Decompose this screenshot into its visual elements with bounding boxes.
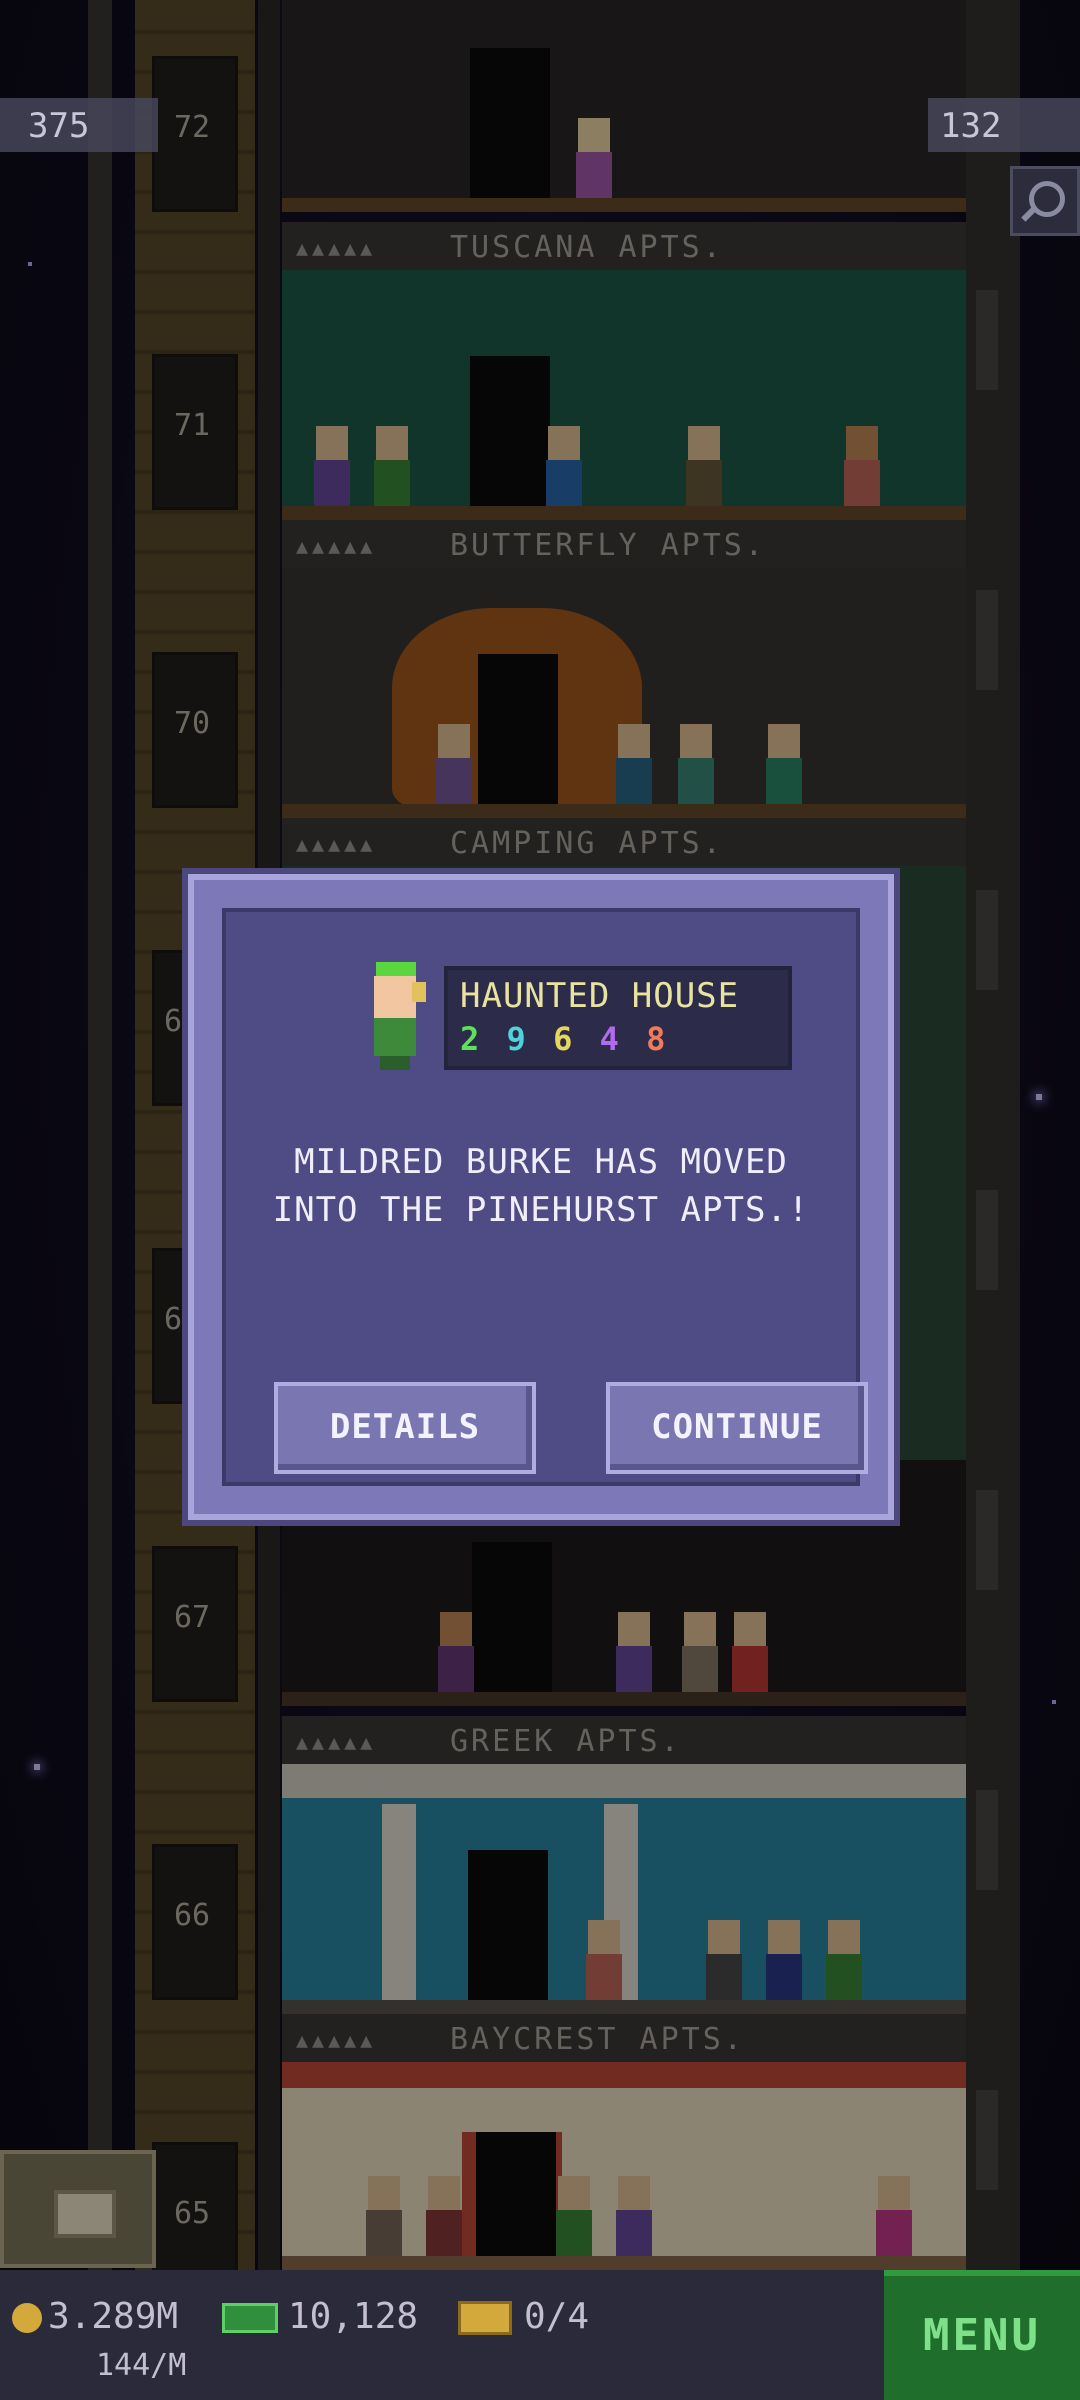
tickets-value: 0/4 — [524, 2296, 590, 2337]
dream-job-label: HAUNTED HOUSE — [460, 976, 740, 1016]
details-button[interactable]: DETAILS — [274, 1382, 536, 1474]
move-in-dialog: HAUNTED HOUSE 2 9 6 4 8 MILDRED BURKE HA… — [188, 874, 894, 1520]
coin-icon — [12, 2303, 42, 2333]
dialog-message: MILDRED BURKE HAS MOVED INTO THE PINEHUR… — [272, 1142, 810, 1230]
search-button[interactable] — [1010, 166, 1080, 236]
storage-button[interactable] — [0, 2150, 156, 2268]
bux-value: 10,128 — [288, 2296, 419, 2337]
tickets-counter[interactable]: 0/4 — [458, 2296, 589, 2337]
skill-stat: 2 — [460, 1020, 484, 1058]
floor-count-counter[interactable]: 132 — [928, 98, 1080, 152]
skill-stats: 2 9 6 4 8 — [460, 1020, 669, 1058]
population-counter[interactable]: 375 — [0, 98, 158, 152]
bux-counter[interactable]: 10,128 — [222, 2296, 418, 2337]
skill-stat: 6 — [553, 1020, 577, 1058]
skill-stat: 9 — [506, 1020, 530, 1058]
crate-icon — [54, 2190, 116, 2238]
skill-stat: 8 — [646, 1020, 670, 1058]
ticket-icon — [458, 2301, 512, 2335]
dialog-panel: HAUNTED HOUSE 2 9 6 4 8 MILDRED BURKE HA… — [222, 908, 868, 1486]
coin-rate: 144/M — [96, 2348, 187, 2383]
floor-count-value: 132 — [940, 106, 1002, 146]
bitizen-avatar — [368, 962, 430, 1070]
population-value: 375 — [28, 106, 90, 146]
bitizen-info-box: HAUNTED HOUSE 2 9 6 4 8 — [444, 966, 792, 1070]
menu-button[interactable]: MENU — [884, 2270, 1080, 2400]
coins-counter[interactable]: 3.289M — [12, 2296, 178, 2337]
coins-value: 3.289M — [48, 2296, 179, 2337]
bux-icon — [222, 2303, 278, 2333]
skill-stat: 4 — [599, 1020, 623, 1058]
continue-button[interactable]: CONTINUE — [606, 1382, 868, 1474]
